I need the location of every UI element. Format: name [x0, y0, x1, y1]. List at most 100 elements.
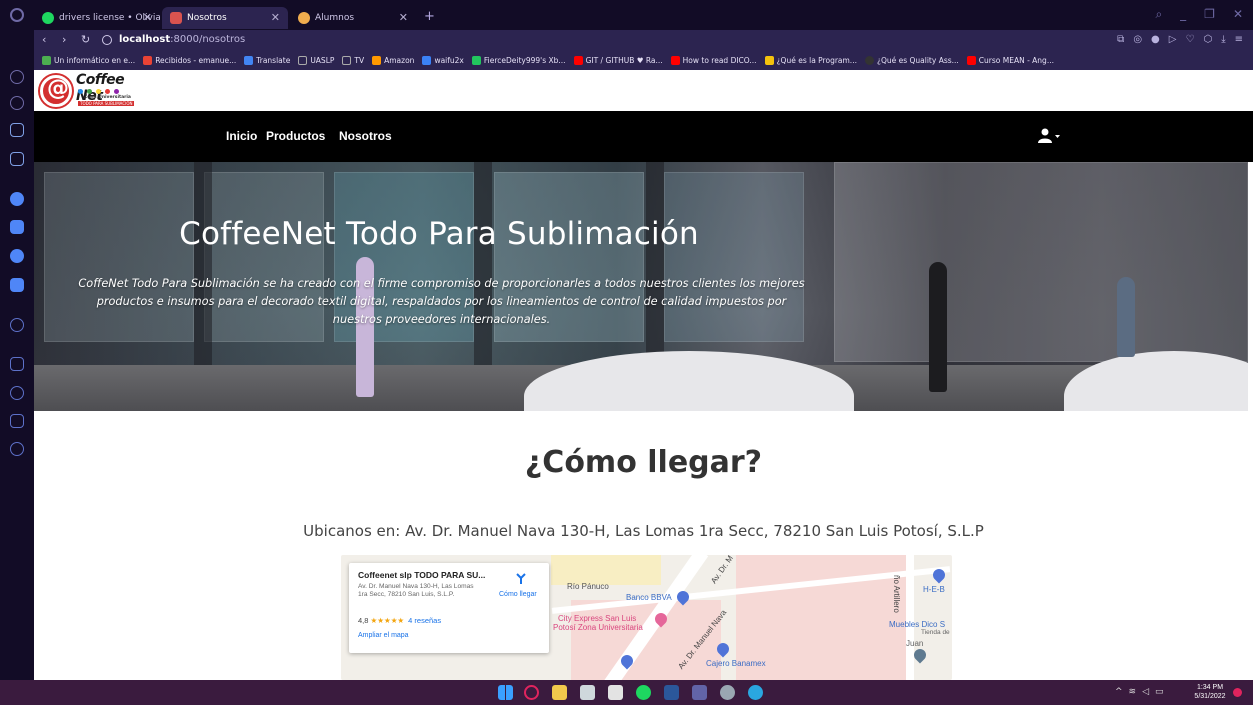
bookmark-item[interactable]: waifu2x [422, 56, 464, 65]
map-label-banamex: Cajero Banamex [706, 659, 766, 668]
maximize-icon[interactable]: ❐ [1204, 7, 1215, 22]
bookmark-item[interactable]: Amazon [372, 56, 414, 65]
camera-icon[interactable]: ◎ [1133, 34, 1142, 45]
download-icon[interactable]: ⤓ [1221, 34, 1225, 45]
play-icon[interactable]: ▷ [1169, 34, 1177, 45]
settings-icon[interactable] [10, 442, 24, 456]
user-menu-icon[interactable] [1038, 128, 1062, 144]
volume-icon[interactable]: ◁ [1142, 687, 1149, 697]
taskbar-clock[interactable]: 1:34 PM 5/31/2022 [1190, 683, 1230, 701]
menu-icon[interactable]: ≡ [1235, 34, 1243, 45]
extensions-cube-icon[interactable] [10, 414, 24, 428]
nav-productos[interactable]: Productos [266, 129, 325, 143]
directions-icon[interactable] [515, 573, 527, 585]
bookmark-item[interactable]: Translate [244, 56, 290, 65]
browser-sidebar [0, 8, 34, 680]
bookmark-folder[interactable]: UASLP [298, 56, 334, 65]
nav-nosotros[interactable]: Nosotros [339, 129, 392, 143]
bookmark-item[interactable]: ¿Qué es la Program... [764, 56, 857, 65]
search-tabs-icon[interactable]: ⌕ [1155, 7, 1162, 22]
bookmark-item[interactable]: GIT / GITHUB ♥ Ra... [573, 56, 663, 65]
bookmark-item[interactable]: FierceDeity999's Xb... [471, 56, 566, 65]
pedestrian [1117, 277, 1135, 357]
vpn-icon[interactable]: ● [1151, 34, 1160, 45]
history-icon[interactable] [10, 318, 24, 332]
hero-banner: CoffeeNet Todo Para Sublimación CoffeNet… [34, 162, 1248, 411]
instagram-icon[interactable] [10, 220, 24, 234]
close-tab-icon[interactable]: ✕ [143, 11, 152, 24]
google-map-embed[interactable]: Río Pánuco Banco BBVA City Express San L… [341, 555, 952, 680]
heart-icon[interactable]: ♡ [1185, 34, 1194, 45]
opera-icon[interactable] [524, 685, 539, 700]
wifi-icon[interactable]: ≋ [1129, 687, 1137, 697]
pinboard-icon[interactable] [10, 357, 24, 371]
minimize-icon[interactable]: _ [1180, 7, 1186, 22]
system-tray: ^ ≋ ◁ ▭ [1115, 687, 1164, 697]
edge-icon[interactable] [748, 685, 763, 700]
extensions-icon[interactable]: ⬡ [1203, 34, 1212, 45]
map-label-muebles: Muebles Dico S [889, 620, 946, 629]
enlarge-map-link[interactable]: Ampliar el mapa [358, 632, 409, 639]
whatsapp-icon[interactable] [10, 192, 24, 206]
spotify-icon[interactable] [636, 685, 651, 700]
place-rating: 4,8 ★★★★★ 4 reseñas [358, 616, 442, 625]
windows-start-icon[interactable] [498, 685, 513, 700]
nav-inicio[interactable]: Inicio [226, 129, 257, 143]
chevron-up-icon[interactable]: ^ [1115, 687, 1123, 697]
snapshot-icon[interactable]: ⧉ [1117, 34, 1124, 45]
terminal-icon[interactable] [580, 685, 595, 700]
forward-icon[interactable]: › [62, 33, 66, 46]
close-tab-icon[interactable]: ✕ [271, 11, 280, 24]
url-field[interactable]: localhost:8000/nosotros [119, 34, 245, 45]
more-icon[interactable] [10, 657, 24, 661]
bookmark-item[interactable]: Un informático en e... [42, 56, 135, 65]
bookmark-item[interactable]: How to read DICO... [670, 56, 757, 65]
coffee-net-logo[interactable]: Coffee Net Zona Universitaria TODO PARA … [40, 72, 146, 110]
bookmark-item[interactable]: ¿Qué es Quality Ass... [864, 56, 959, 65]
speed-dial-icon[interactable] [10, 70, 24, 84]
directions-link[interactable]: Cómo llegar [499, 591, 537, 598]
battery-icon[interactable]: ▭ [1155, 687, 1164, 697]
map-label-artillero: ño Artillero [892, 575, 901, 613]
calendar-icon[interactable] [608, 685, 623, 700]
como-llegar-heading: ¿Cómo llegar? [524, 445, 763, 480]
browser-toolbar-icons: ⧉ ◎ ● ▷ ♡ ⬡ ⤓ ≡ [1117, 34, 1243, 45]
telegram-icon[interactable] [10, 249, 24, 263]
file-explorer-icon[interactable] [552, 685, 567, 700]
tab-nosotros[interactable]: Nosotros ✕ [162, 7, 288, 29]
bookmark-folder[interactable]: TV [342, 56, 364, 65]
site-info-icon[interactable] [102, 35, 112, 45]
new-tab-icon[interactable]: + [424, 9, 435, 24]
player-icon[interactable] [10, 278, 24, 292]
notification-icon[interactable] [1233, 688, 1242, 697]
aria-icon[interactable] [10, 96, 24, 110]
map-label-city-express-2: Potosí Zona Universitaria [553, 623, 643, 632]
browser-tab-strip: drivers license • Olivia R ✕ Nosotros ✕ … [0, 0, 1253, 30]
shopping-icon[interactable] [10, 123, 24, 137]
close-window-icon[interactable]: ✕ [1233, 7, 1243, 22]
site-header: Coffee Net Zona Universitaria TODO PARA … [34, 70, 1253, 111]
opera-logo-icon[interactable] [10, 8, 24, 22]
map-road [906, 555, 914, 680]
bookmark-item[interactable]: Curso MEAN - Ang... [966, 56, 1054, 65]
map-label-tienda: Tienda de [921, 629, 950, 636]
tab-music[interactable]: drivers license • Olivia R ✕ [34, 7, 160, 29]
bookmark-item[interactable]: Recibidos - emanue... [143, 56, 236, 65]
back-icon[interactable]: ‹ [42, 33, 46, 46]
bookmark-icon [42, 56, 51, 65]
close-tab-icon[interactable]: ✕ [399, 11, 408, 24]
at-sign-icon [40, 75, 72, 107]
spotify-icon [42, 12, 54, 24]
messenger-icon[interactable] [10, 152, 24, 166]
clock-icon[interactable] [10, 386, 24, 400]
reviews-link[interactable]: 4 reseñas [408, 616, 441, 625]
word-icon[interactable] [664, 685, 679, 700]
tab-alumnos[interactable]: Alumnos ✕ [290, 7, 416, 29]
reload-icon[interactable]: ↻ [81, 33, 90, 46]
site-favicon [170, 12, 182, 24]
place-address: Av. Dr. Manuel Nava 130-H, Las Lomas 1ra… [358, 583, 474, 598]
logo-subtitle: Zona Universitaria [84, 95, 131, 100]
waifu2x-icon [422, 56, 432, 65]
settings-gear-icon[interactable] [720, 685, 735, 700]
teams-icon[interactable] [692, 685, 707, 700]
